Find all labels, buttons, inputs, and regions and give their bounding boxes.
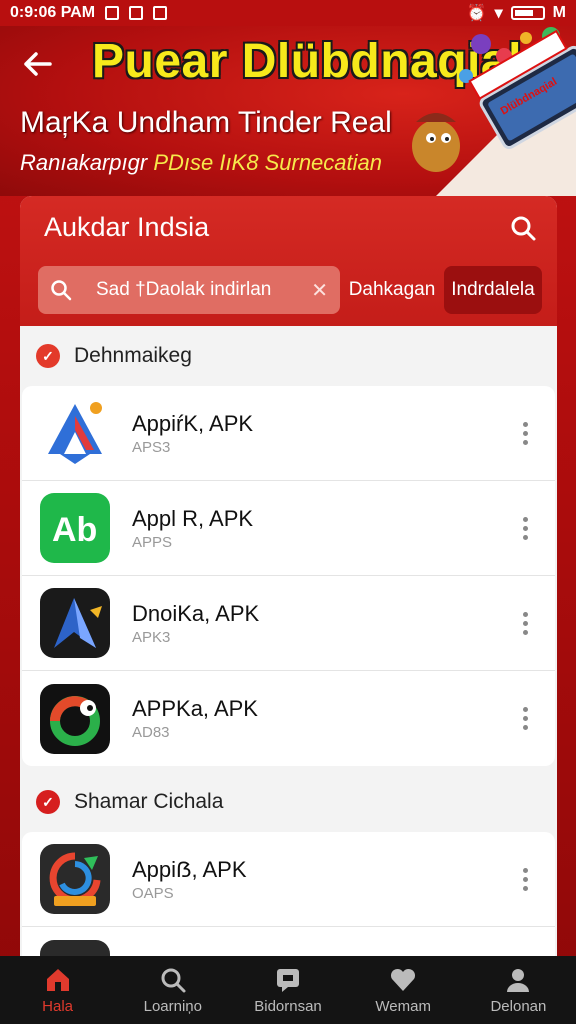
back-button[interactable] — [20, 46, 60, 86]
status-right-text: M — [552, 4, 566, 21]
dark-arrow-logo-icon — [40, 588, 110, 658]
app-category: APK3 — [132, 628, 171, 646]
tab-filter-2[interactable]: Indrdalela — [444, 266, 542, 314]
banner-tagline: Ranıakarpıgr PDıse IıK8 Surnecatian — [20, 150, 382, 176]
search-icon[interactable] — [509, 214, 537, 242]
card-title: Aukdar Indsia — [44, 212, 210, 242]
list-item-partial[interactable] — [22, 927, 555, 956]
promo-banner[interactable]: Puear Dlübdnaqial MaŗKa Undham Tinder Re… — [0, 26, 576, 196]
check-icon: ✓ — [36, 790, 60, 814]
section-label: Dehnmaikeg — [74, 344, 192, 367]
partial-app-icon — [40, 939, 110, 956]
app-category: OAPS — [132, 884, 174, 902]
more-options-icon[interactable] — [513, 508, 537, 548]
banner-tagline-white: Ranıakarpıgr — [20, 150, 148, 175]
list-item[interactable]: AppiŕK, APK APS3 — [22, 386, 555, 481]
notification-icon-3 — [153, 6, 168, 20]
arrow-left-icon — [24, 52, 52, 76]
app-list: Appiẞ, APK OAPS — [22, 832, 555, 956]
section-label: Shamar Cichala — [74, 790, 224, 813]
app-list-card: Aukdar Indsia Sad †Daolak indirlan ✕ Dah… — [20, 196, 557, 956]
check-icon: ✓ — [36, 344, 60, 368]
more-options-icon[interactable] — [513, 699, 537, 739]
home-icon — [46, 968, 69, 991]
clear-icon[interactable]: ✕ — [311, 278, 328, 303]
battery-icon — [510, 6, 545, 20]
nav-label: Loarniņo — [143, 997, 202, 1015]
heart-icon — [391, 968, 416, 991]
profile-icon — [507, 968, 530, 992]
list-item[interactable]: Appiẞ, APK OAPS — [22, 832, 555, 927]
app-name: Appiẞ, APK — [132, 856, 247, 882]
search-icon — [161, 968, 186, 992]
list-item[interactable]: DnoiKa, APK APK3 — [22, 576, 555, 671]
card-header: Aukdar Indsia Sad †Daolak indirlan ✕ Dah… — [20, 196, 557, 326]
app-category: AD83 — [132, 724, 170, 741]
banner-illustration: Dlübdnaqial — [412, 27, 576, 196]
search-input[interactable]: Sad †Daolak indirlan ✕ — [38, 266, 340, 314]
list-item[interactable]: APPKa, APK AD83 — [22, 671, 555, 766]
nav-label: Bidornsan — [254, 997, 322, 1015]
search-field-icon — [51, 280, 72, 301]
app-category: APS3 — [132, 438, 171, 456]
notification-icon-2 — [129, 6, 144, 20]
banner-subtitle: MaŗKa Undham Tinder Real — [20, 106, 392, 139]
nav-search[interactable]: Loarniņo — [115, 956, 230, 1024]
nav-profile[interactable]: Delonan — [461, 956, 576, 1024]
notification-icon — [105, 6, 120, 20]
nav-home[interactable]: Hala — [0, 956, 115, 1024]
wifi-icon: ▾ — [494, 5, 503, 22]
search-placeholder: Sad †Daolak indirlan — [96, 279, 272, 300]
tab-filter-1[interactable]: Dahkagan — [348, 266, 436, 314]
more-options-icon[interactable] — [513, 859, 537, 899]
app-name: AppiŕK, APK — [132, 410, 254, 436]
colorful-swirl-logo-icon — [40, 844, 110, 914]
more-options-icon[interactable] — [513, 603, 537, 643]
list-item[interactable]: Ab Appl R, APK APPS — [22, 481, 555, 576]
nav-label: Wemam — [375, 997, 431, 1015]
green-ab-logo-icon: Ab — [40, 493, 110, 563]
ring-logo-icon — [40, 683, 110, 754]
nav-messages[interactable]: Bidornsan — [230, 956, 345, 1024]
section-header[interactable]: ✓ Dehnmaikeg — [20, 326, 557, 386]
nav-favorites[interactable]: Wemam — [346, 956, 461, 1024]
nav-label: Hala — [42, 997, 74, 1015]
status-time: 0:9:06 PAM — [10, 4, 96, 21]
blue-a-logo-icon — [40, 398, 110, 468]
bottom-navigation: Hala Loarniņo Bidornsan Wemam Delonan — [0, 956, 576, 1024]
app-name: APPKa, APK — [132, 696, 258, 721]
app-name: DnoiKa, APK — [132, 600, 260, 626]
more-options-icon[interactable] — [513, 413, 537, 453]
nav-label: Delonan — [490, 997, 547, 1015]
app-name: Appl R, APK — [132, 505, 254, 531]
alarm-icon: ⏰ — [466, 5, 487, 22]
banner-tagline-yellow: PDıse IıK8 Surnecatian — [153, 150, 382, 175]
app-category: APPS — [132, 533, 173, 551]
svg-text:Ab: Ab — [52, 511, 97, 549]
section-header[interactable]: ✓ Shamar Cichala — [20, 772, 557, 832]
message-icon — [277, 968, 299, 992]
status-bar: 0:9:06 PAM ⏰ ▾ M — [0, 0, 576, 26]
app-list: AppiŕK, APK APS3 Ab Appl R, APK APPS Dno… — [22, 386, 555, 766]
